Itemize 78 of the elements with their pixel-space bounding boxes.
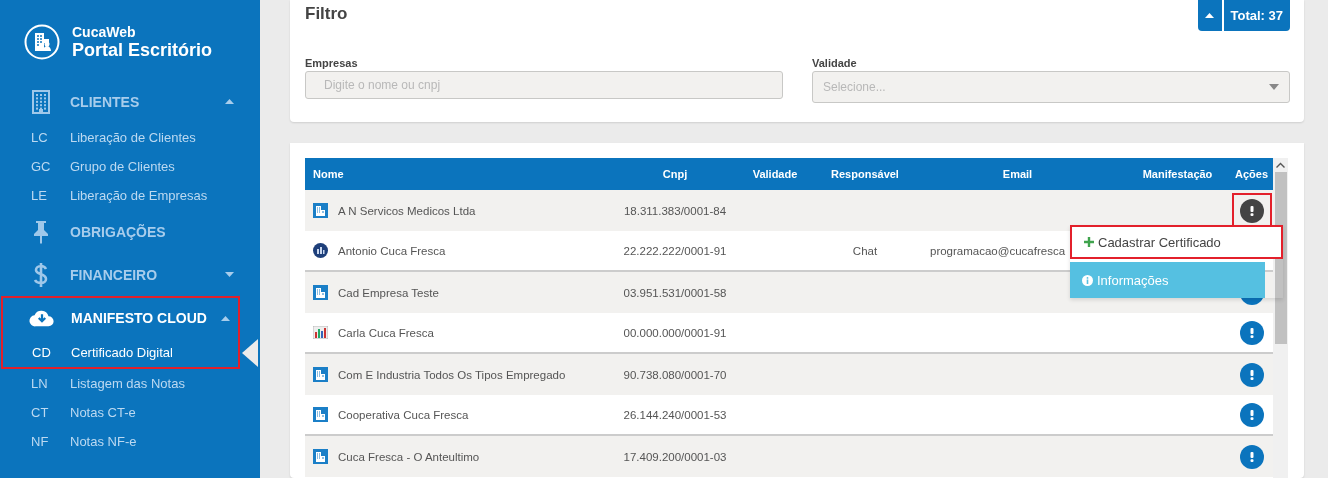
- table-row[interactable]: Com E Industria Todos Os Tipos Empregado 90.738.080/0001-70: [305, 354, 1273, 395]
- table-cell-text: 90.738.080/0001-70: [622, 368, 728, 381]
- actions-button[interactable]: [1239, 320, 1264, 345]
- caret-down-icon: [1269, 84, 1279, 90]
- company-name: Cad Empresa Teste: [338, 286, 439, 299]
- cloud-download-icon: [29, 308, 55, 328]
- sidebar-section[interactable]: OBRIGAÇÕES: [0, 210, 260, 253]
- collapse-button[interactable]: [1197, 0, 1222, 31]
- sidebar-section[interactable]: FINANCEIRO: [0, 253, 260, 296]
- brand-subtitle: Portal Escritório: [72, 39, 213, 61]
- column-header: Ações: [1234, 168, 1269, 180]
- building-icon: [313, 285, 328, 300]
- scroll-up-icon[interactable]: [1276, 162, 1285, 168]
- column-header: Validade: [751, 168, 799, 180]
- sidebar-item[interactable]: NF Notas NF-e: [0, 427, 260, 456]
- sidebar-item[interactable]: LE Liberação de Empresas: [0, 181, 260, 210]
- actions-button[interactable]: [1239, 362, 1264, 387]
- menu-item[interactable]: Cadastrar Certificado: [1070, 225, 1283, 259]
- logo-icon: [313, 243, 328, 258]
- more-icon: [1249, 451, 1254, 462]
- total-button[interactable]: Total: 37: [1223, 0, 1290, 31]
- field-label: Validade: [812, 57, 857, 71]
- caret-up-icon: [1205, 13, 1214, 18]
- column-header: Email: [1001, 168, 1034, 180]
- more-icon: [1249, 409, 1254, 420]
- caret-up-icon[interactable]: [225, 99, 234, 104]
- table-cell-text: 00.000.000/0001-91: [622, 326, 728, 339]
- table-cell-text: 18.311.383/0001-84: [622, 204, 728, 217]
- column-header: Cnpj: [661, 168, 689, 180]
- actions-button[interactable]: [1239, 444, 1264, 469]
- plus-icon: [1084, 237, 1094, 247]
- table-cell-text: 22.222.222/0001-91: [622, 244, 728, 257]
- building-icon: [313, 367, 328, 382]
- more-icon: [1249, 205, 1254, 216]
- company-name: A N Servicos Medicos Ltda: [338, 204, 476, 217]
- company-name: Cuca Fresca - O Anteultimo: [338, 450, 480, 463]
- table-cell-text: 26.144.240/0001-53: [622, 408, 728, 421]
- more-icon: [1249, 369, 1254, 380]
- column-header: Manifestação: [1141, 168, 1214, 180]
- pushpin-icon: [33, 219, 49, 244]
- chart-icon: [313, 326, 328, 339]
- table-cell-text: 17.409.200/0001-03: [622, 450, 728, 463]
- sidebar-section[interactable]: CLIENTES: [0, 80, 260, 123]
- sidebar-item[interactable]: CD Certificado Digital: [3, 338, 238, 367]
- building-icon: [32, 89, 50, 114]
- logo-icon: [24, 24, 60, 60]
- sidebar-section[interactable]: MANIFESTO CLOUD: [3, 298, 238, 338]
- table-row[interactable]: Cuca Fresca - O Anteultimo 17.409.200/0001-03: [305, 436, 1273, 477]
- table-row[interactable]: A N Servicos Medicos Ltda 18.311.383/0001-84: [305, 190, 1273, 231]
- table-cell: programacao@cucafresca: [930, 244, 1066, 257]
- info-icon: [1082, 274, 1093, 286]
- table-cell-text: 03.951.531/0001-58: [622, 286, 728, 299]
- sidebar-item[interactable]: LN Listagem das Notas: [0, 369, 260, 398]
- pointer-icon: [242, 339, 258, 367]
- building-icon: [313, 449, 328, 464]
- table-cell: Chat: [852, 244, 878, 257]
- building-icon: [313, 203, 328, 218]
- more-icon: [1249, 327, 1254, 338]
- building-icon: [313, 407, 328, 422]
- company-name: Cooperativa Cuca Fresca: [338, 408, 469, 421]
- sidebar-item[interactable]: LC Liberação de Clientes: [0, 123, 260, 152]
- field-label: Empresas: [305, 57, 358, 71]
- column-header: Nome: [312, 168, 345, 180]
- search-field[interactable]: Digite o nome ou cnpj: [305, 71, 783, 99]
- filter-title: Filtro: [305, 4, 348, 25]
- sidebar-item[interactable]: CT Notas CT-e: [0, 398, 260, 427]
- company-name: Com E Industria Todos Os Tipos Empregado: [338, 368, 566, 381]
- scrollbar[interactable]: [1273, 158, 1288, 478]
- brand-name: CucaWeb: [72, 23, 137, 40]
- sidebar-item[interactable]: GC Grupo de Clientes: [0, 152, 260, 181]
- caret-down-icon[interactable]: [225, 272, 234, 277]
- column-header: Responsável: [830, 168, 900, 180]
- dollar-icon: [33, 261, 49, 288]
- caret-up-icon[interactable]: [221, 315, 230, 321]
- company-name: Carla Cuca Fresca: [338, 326, 434, 339]
- actions-button[interactable]: [1239, 198, 1264, 223]
- actions-button[interactable]: [1239, 402, 1264, 427]
- company-name: Antonio Cuca Fresca: [338, 244, 446, 257]
